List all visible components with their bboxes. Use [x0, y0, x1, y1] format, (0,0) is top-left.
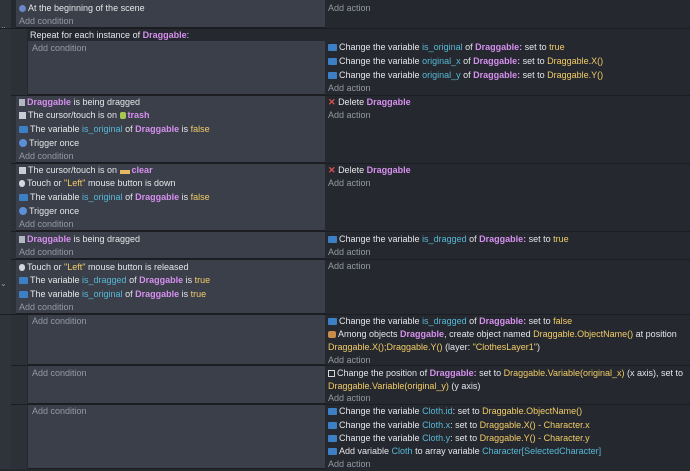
add-action-link[interactable]: Add action	[328, 246, 371, 259]
action-create-object-cont: Draggable.X();Draggable.Y() (layer: "Clo…	[328, 342, 541, 352]
variable-icon	[328, 44, 337, 51]
variable-icon	[19, 277, 28, 284]
variable-icon	[19, 194, 28, 201]
scene-icon	[19, 5, 26, 12]
condition-variable[interactable]: The variable is_original of Draggable is…	[19, 191, 210, 204]
variable-icon	[328, 236, 337, 243]
cursor-icon	[19, 167, 26, 174]
trash-sprite-icon	[119, 112, 126, 119]
event-6-conditions[interactable]: Touch or "Left" mouse button is released…	[16, 260, 325, 314]
add-action-link[interactable]: Add action	[328, 109, 371, 122]
add-action-link[interactable]: Add action	[328, 82, 371, 95]
variable-icon	[19, 126, 28, 133]
action-set-cloth-id[interactable]: Change the variable Cloth.id: set to Dra…	[328, 405, 582, 418]
drag-icon	[19, 236, 25, 243]
add-condition-link[interactable]: Add condition	[19, 150, 74, 163]
add-condition-link[interactable]: Add condition	[19, 301, 74, 314]
variable-icon	[328, 72, 337, 79]
variable-icon	[328, 318, 337, 325]
action-set-is-original[interactable]: Change the variable is_original of Dragg…	[328, 41, 565, 54]
add-action-link[interactable]: Add action	[328, 260, 371, 273]
add-condition-link[interactable]: Add condition	[19, 15, 74, 28]
action-set-cloth-x[interactable]: Change the variable Cloth.x: set to Drag…	[328, 419, 590, 432]
action-set-is-dragged[interactable]: Change the variable is_dragged of Dragga…	[328, 315, 572, 328]
action-delete[interactable]: ✕ Delete Draggable	[328, 96, 411, 109]
delete-icon: ✕	[328, 97, 336, 107]
condition-trigger-once[interactable]: Trigger once	[19, 137, 79, 150]
collapse-toggle-icon[interactable]: ⌄	[0, 22, 7, 31]
add-action-link[interactable]: Add action	[328, 177, 371, 190]
condition-is-dragged[interactable]: Draggable is being dragged	[19, 96, 140, 109]
add-condition-link[interactable]: Add condition	[32, 367, 87, 380]
action-set-is-dragged[interactable]: Change the variable is_dragged of Dragga…	[328, 233, 569, 246]
drag-icon	[19, 99, 25, 106]
clear-sprite-icon	[119, 170, 130, 174]
condition-cursor-on[interactable]: The cursor/touch is on clear	[19, 164, 153, 177]
variable-icon	[328, 422, 337, 429]
variable-icon	[328, 435, 337, 442]
add-condition-link[interactable]: Add condition	[32, 405, 87, 418]
trigger-once-icon	[19, 139, 27, 147]
action-change-position[interactable]: Change the position of Draggable: set to…	[328, 367, 683, 380]
variable-icon	[328, 448, 337, 455]
condition-cursor-on[interactable]: The cursor/touch is on trash	[19, 109, 150, 122]
action-set-original-x[interactable]: Change the variable original_x of Dragga…	[328, 55, 603, 68]
add-condition-link[interactable]: Add condition	[32, 42, 87, 55]
add-condition-link[interactable]: Add condition	[19, 246, 74, 259]
event-1-conditions[interactable]: At the beginning of the scene Add condit…	[16, 0, 325, 28]
event-7-conditions[interactable]: Add condition	[28, 315, 325, 365]
trigger-once-icon	[19, 207, 27, 215]
mouse-icon	[19, 264, 25, 271]
condition-scene-start[interactable]: At the beginning of the scene	[19, 2, 145, 15]
event-5-conditions[interactable]: Draggable is being dragged Add condition	[16, 232, 325, 259]
collapse-toggle-icon-2[interactable]: ⌄	[0, 279, 7, 288]
condition-variable[interactable]: The variable is_original of Draggable is…	[19, 123, 210, 136]
variable-icon	[19, 291, 28, 298]
variable-icon	[328, 58, 337, 65]
condition-mouse-down[interactable]: Touch or "Left" mouse button is down	[19, 177, 176, 190]
action-set-original-y[interactable]: Change the variable original_y of Dragga…	[328, 69, 603, 82]
condition-mouse-released[interactable]: Touch or "Left" mouse button is released	[19, 261, 189, 274]
action-add-to-array[interactable]: Add variable Cloth to array variable Cha…	[328, 445, 601, 458]
action-create-object[interactable]: Among objects Draggable, create object n…	[328, 328, 677, 341]
variable-icon	[328, 408, 337, 415]
create-object-icon	[328, 331, 336, 338]
condition-is-dragged[interactable]: Draggable is being dragged	[19, 233, 140, 246]
condition-variable[interactable]: The variable is_dragged of Draggable is …	[19, 274, 210, 287]
add-action-link[interactable]: Add action	[328, 458, 371, 471]
condition-variable-2[interactable]: The variable is_original of Draggable is…	[19, 288, 206, 301]
add-condition-link[interactable]: Add condition	[32, 315, 87, 328]
event-2-conditions[interactable]: Add condition	[28, 41, 325, 95]
delete-icon: ✕	[328, 165, 336, 175]
cursor-icon	[19, 112, 26, 119]
add-condition-link[interactable]: Add condition	[19, 218, 74, 231]
subevent-gutter-2	[11, 314, 27, 469]
mouse-icon	[19, 180, 25, 187]
action-delete[interactable]: ✕ Delete Draggable	[328, 164, 411, 177]
position-icon	[328, 370, 335, 377]
event-4-conditions[interactable]: The cursor/touch is on clear Touch or "L…	[16, 164, 325, 231]
condition-trigger-once[interactable]: Trigger once	[19, 205, 79, 218]
add-action-link[interactable]: Add action	[328, 2, 371, 15]
event-9-conditions[interactable]: Add condition	[28, 405, 325, 469]
event-3-conditions[interactable]: Draggable is being dragged The cursor/to…	[16, 96, 325, 163]
action-set-cloth-y[interactable]: Change the variable Cloth.y: set to Drag…	[328, 432, 590, 445]
event-gutter	[0, 0, 11, 469]
event-8-conditions[interactable]: Add condition	[28, 366, 325, 404]
